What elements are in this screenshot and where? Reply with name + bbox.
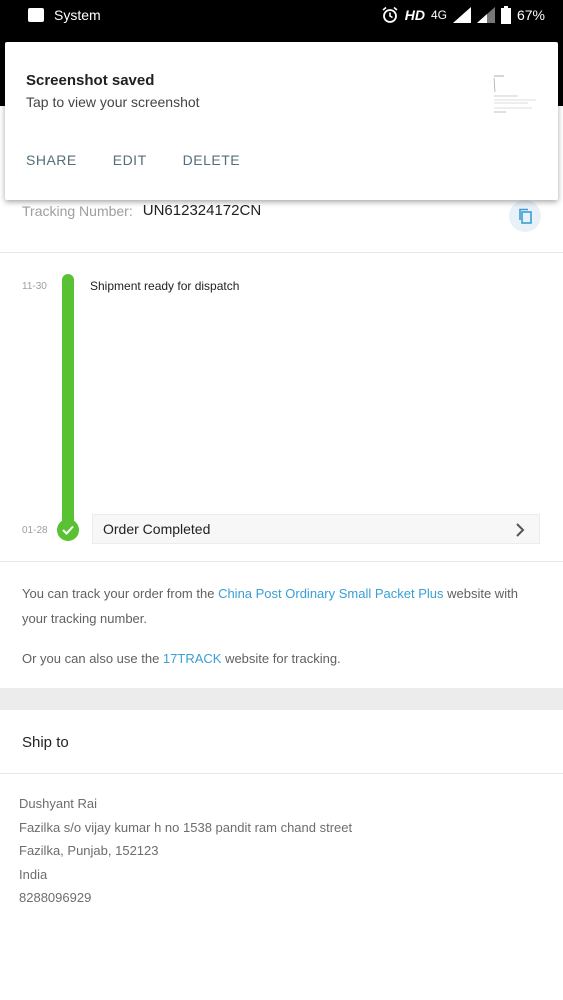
chevron-right-icon — [516, 523, 525, 537]
17track-link[interactable]: 17TRACK — [163, 651, 222, 666]
copy-icon — [519, 208, 532, 224]
shipping-address: Dushyant Rai Fazilka s/o vijay kumar h n… — [19, 792, 352, 910]
timeline-date: 11-30 — [22, 281, 47, 292]
signal-icon-2 — [476, 7, 495, 23]
alarm-icon — [382, 6, 398, 23]
track-info-text: You can track your order from the China … — [22, 581, 542, 631]
timeline-event: Shipment ready for dispatch — [90, 279, 240, 293]
hd-indicator: HD — [404, 7, 425, 23]
divider — [0, 561, 563, 562]
track-info-text-2: Or you can also use the 17TRACK website … — [22, 646, 542, 671]
notification-actions: SHARE EDIT DELETE — [26, 152, 240, 168]
check-icon — [57, 519, 79, 541]
ship-to-title: Ship to — [22, 734, 69, 751]
tracking-label: Tracking Number: — [22, 202, 133, 219]
order-completed-row[interactable]: Order Completed — [92, 514, 540, 544]
notification-title: Screenshot saved — [26, 72, 155, 89]
timeline-bar — [62, 274, 74, 530]
screenshot-notification[interactable]: Screenshot saved Tap to view your screen… — [5, 42, 558, 200]
share-button[interactable]: SHARE — [26, 152, 77, 168]
divider — [0, 773, 563, 774]
timeline-date: 01-28 — [22, 525, 48, 536]
status-bar-right: HD 4G 67% — [381, 6, 545, 24]
edit-button[interactable]: EDIT — [113, 152, 147, 168]
battery-percent: 67% — [516, 7, 545, 23]
tracking-row: Tracking Number: UN612324172CN — [22, 202, 261, 219]
address-street: Fazilka s/o vijay kumar h no 1538 pandit… — [19, 819, 353, 835]
image-icon — [28, 8, 44, 22]
china-post-link[interactable]: China Post Ordinary Small Packet Plus — [218, 586, 443, 601]
section-separator — [0, 688, 563, 710]
info-text: Or you can also use the — [22, 651, 163, 666]
info-text: You can track your order from the — [22, 586, 219, 601]
timeline-event: Order Completed — [103, 521, 211, 537]
tracking-number: UN612324172CN — [142, 202, 262, 219]
notification-subtitle: Tap to view your screenshot — [26, 94, 200, 110]
network-type: 4G — [430, 8, 447, 22]
address-country: India — [19, 866, 48, 882]
address-city: Fazilka, Punjab, 152123 — [19, 843, 159, 858]
screenshot-thumbnail[interactable] — [488, 70, 538, 118]
signal-icon — [452, 7, 471, 23]
recipient-name: Dushyant Rai — [19, 796, 98, 811]
delete-button[interactable]: DELETE — [183, 152, 240, 168]
battery-icon — [500, 6, 511, 24]
copy-button[interactable] — [509, 200, 541, 232]
status-bar-left: System — [28, 7, 101, 23]
status-app-name: System — [54, 7, 101, 23]
divider — [0, 252, 563, 253]
recipient-phone: 8288096929 — [19, 890, 92, 905]
info-text: website for tracking. — [221, 651, 341, 666]
